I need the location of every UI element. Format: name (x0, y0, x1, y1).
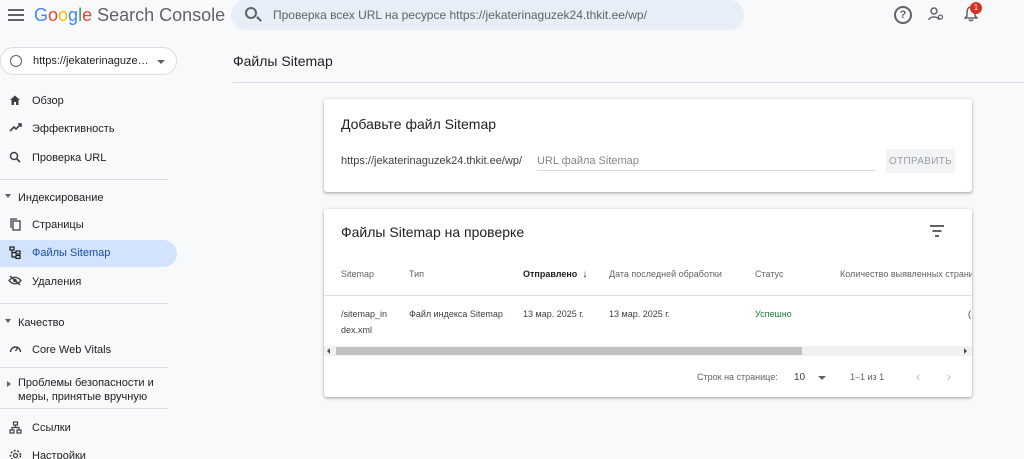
sidebar-section-quality[interactable]: Качество (0, 309, 177, 335)
chevron-down-icon (157, 60, 165, 64)
submit-sitemap-button[interactable]: ОТПРАВИТЬ (886, 149, 955, 173)
table-header-divider (324, 295, 972, 296)
settings-icon (8, 449, 22, 459)
caret-down-icon (5, 194, 11, 198)
sidebar-section-label: Проблемы безопасности и меры, принятые в… (18, 377, 154, 403)
column-header-status[interactable]: Статус (755, 269, 783, 279)
sidebar-item-core-web-vitals[interactable]: Core Web Vitals (0, 337, 177, 364)
submitted-sitemaps-card: Файлы Sitemap на проверке Sitemap Тип От… (324, 209, 972, 397)
horizontal-scrollbar[interactable] (324, 346, 972, 356)
sidebar-item-removals[interactable]: Удаления (0, 269, 177, 296)
filter-icon[interactable] (930, 225, 944, 237)
caret-down-icon (5, 319, 11, 323)
sitemap-url-input[interactable] (537, 151, 875, 171)
menu-icon[interactable] (8, 6, 24, 24)
sitemap-icon (8, 246, 22, 260)
help-icon[interactable]: ? (894, 6, 912, 24)
sidebar-item-label: Обзор (32, 95, 64, 107)
sidebar-item-label: Проверка URL (32, 152, 107, 164)
add-sitemap-card: Добавьте файл Sitemap https://jekaterina… (324, 99, 972, 192)
search-bar[interactable] (231, 0, 744, 30)
sidebar-item-sitemaps[interactable]: Файлы Sitemap (0, 240, 177, 267)
sidebar-divider (0, 303, 168, 304)
links-icon (8, 421, 22, 435)
product-name: Search Console (97, 5, 226, 25)
search-icon (245, 7, 257, 19)
caret-right-icon (7, 381, 11, 387)
pagination-range: 1–1 из 1 (850, 372, 885, 382)
next-page-icon[interactable]: › (941, 367, 957, 385)
sidebar-section-label: Качество (18, 317, 65, 329)
column-header-last-read[interactable]: Дата последней обработки (609, 269, 722, 279)
sidebar-item-links[interactable]: Ссылки (0, 415, 177, 442)
speed-gauge-icon (8, 343, 22, 357)
sidebar-item-settings[interactable]: Настройки (0, 443, 177, 459)
sidebar-item-overview[interactable]: Обзор (0, 88, 177, 115)
property-selector[interactable]: https://jekaterinaguzek24.thkit.ee/wp/ (0, 47, 177, 75)
scroll-right-arrow-icon[interactable] (964, 348, 967, 354)
sidebar-section-security[interactable]: Проблемы безопасности и меры, принятые в… (0, 372, 177, 406)
cell-sitemap: /sitemap_in dex.xml (341, 309, 388, 335)
sidebar-item-label: Эффективность (32, 123, 115, 135)
sidebar-item-pages[interactable]: Страницы (0, 212, 177, 239)
sidebar-divider (0, 179, 168, 180)
sidebar-divider (0, 408, 168, 409)
cell-discovered-pages: ( (968, 309, 971, 319)
sidebar-item-label: Удаления (32, 276, 82, 288)
column-header-type[interactable]: Тип (409, 269, 424, 279)
property-label: https://jekaterinaguzek24.thkit.ee/wp/ (33, 55, 151, 67)
cell-status: Успешно (755, 309, 792, 319)
page-title: Файлы Sitemap (233, 53, 333, 69)
column-header-sitemap[interactable]: Sitemap (341, 269, 374, 279)
column-header-discovered-pages[interactable]: Количество выявленных страни (840, 269, 972, 279)
column-header-submitted[interactable]: Отправлено ↓ (523, 269, 587, 280)
rows-per-page-select[interactable]: 10 (790, 368, 830, 386)
google-search-console-logo[interactable]: Google Search Console (34, 5, 225, 26)
sitemap-url-prefix: https://jekaterinaguzek24.thkit.ee/wp/ (341, 155, 522, 167)
title-divider (233, 82, 1024, 83)
sidebar-item-label: Ссылки (32, 422, 71, 434)
scroll-left-arrow-icon[interactable] (327, 348, 330, 354)
chevron-down-icon (818, 376, 826, 380)
previous-page-icon[interactable]: ‹ (910, 367, 926, 385)
sidebar-item-label: Настройки (32, 450, 86, 459)
cell-type: Файл индекса Sitemap (409, 309, 503, 319)
sidebar-item-label: Файлы Sitemap (32, 247, 111, 259)
home-icon (8, 94, 22, 108)
submitted-sitemaps-title: Файлы Sitemap на проверке (341, 224, 525, 240)
trending-up-icon (8, 122, 22, 136)
cell-submitted: 13 мар. 2025 г. (523, 309, 584, 319)
rows-per-page-label: Строк на странице: (697, 372, 778, 382)
sidebar-item-url-inspection[interactable]: Проверка URL (0, 145, 177, 172)
cell-last-read: 13 мар. 2025 г. (609, 309, 670, 319)
sidebar-section-indexing[interactable]: Индексирование (0, 184, 177, 210)
sidebar-section-label: Индексирование (18, 192, 104, 204)
scrollbar-thumb[interactable] (336, 347, 802, 355)
top-bar: GoogleSearch Console ? 1 (0, 0, 1024, 32)
url-inspection-search-input[interactable] (273, 6, 713, 24)
search-icon (8, 151, 22, 165)
sidebar-item-performance[interactable]: Эффективность (0, 116, 177, 143)
visibility-off-icon (8, 275, 22, 289)
manage-users-icon[interactable] (927, 6, 945, 24)
sidebar-item-label: Страницы (32, 219, 84, 231)
sidebar-item-label: Core Web Vitals (32, 344, 112, 356)
pages-icon (8, 218, 22, 232)
notification-count-badge: 1 (970, 2, 982, 14)
add-sitemap-title: Добавьте файл Sitemap (341, 116, 497, 132)
globe-icon (10, 55, 22, 67)
sidebar-divider (0, 367, 168, 368)
arrow-down-icon: ↓ (582, 269, 588, 280)
